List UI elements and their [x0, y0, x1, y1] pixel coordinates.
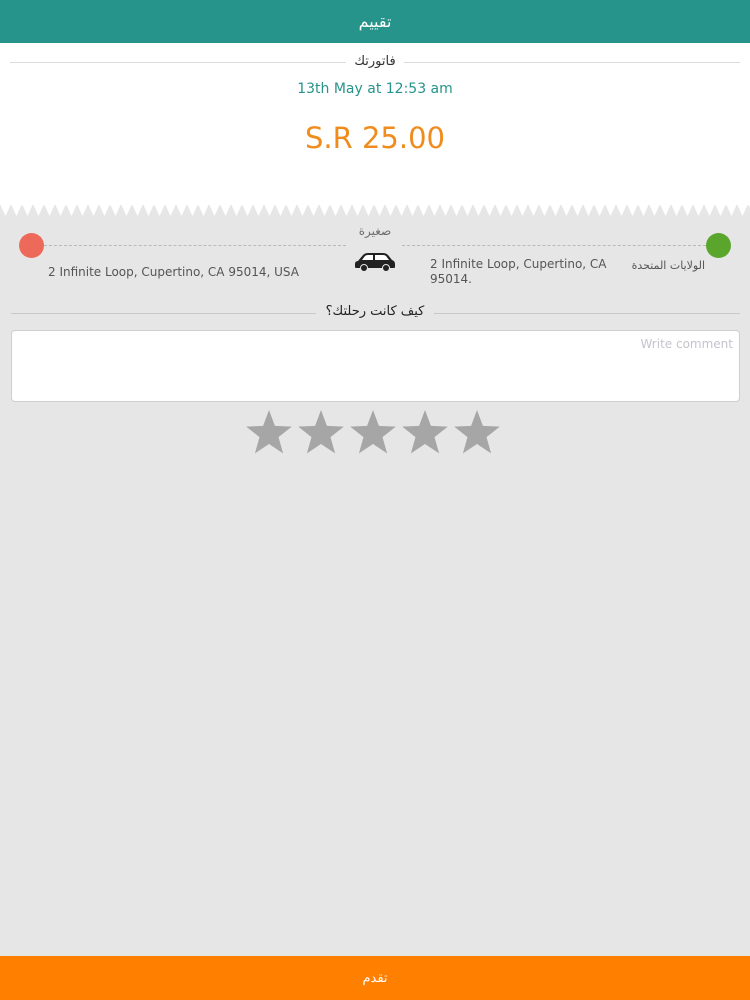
car-icon — [355, 253, 395, 271]
dropoff-address-street: 2 Infinite Loop, Cupertino, CA 95014. — [430, 257, 607, 286]
pickup-marker-icon — [19, 233, 44, 258]
star-shape — [454, 410, 500, 454]
route-dashed-line — [44, 245, 346, 246]
receipt-date: 13th May at 12:53 am — [297, 81, 453, 97]
star-shape — [298, 410, 344, 454]
star-2-icon[interactable] — [297, 409, 345, 457]
submit-button-label: تقدم — [362, 970, 388, 985]
star-5-icon[interactable] — [453, 409, 501, 457]
receipt-zigzag-edge — [0, 204, 750, 216]
car-type-label: صغيرة — [358, 224, 392, 238]
app-header: تقييم — [0, 0, 750, 43]
dropoff-address: الولايات المتحدة 2 Infinite Loop, Cupert… — [430, 257, 705, 287]
pickup-address: 2 Infinite Loop, Cupertino, CA 95014, US… — [48, 265, 299, 279]
dropoff-address-country: الولايات المتحدة — [631, 259, 705, 272]
comment-input[interactable] — [11, 330, 740, 402]
receipt-label: فاتورتك — [0, 54, 750, 69]
star-4-icon[interactable] — [401, 409, 449, 457]
star-shape — [246, 410, 292, 454]
dropoff-marker-icon — [706, 233, 731, 258]
star-shape — [350, 410, 396, 454]
receipt-amount: S.R 25.00 — [304, 121, 445, 155]
star-rating — [245, 409, 505, 457]
route-dashed-line — [402, 245, 706, 246]
trip-route: صغيرة 2 Infinite Loop, Cupertino, CA 950… — [0, 222, 750, 292]
star-1-icon[interactable] — [245, 409, 293, 457]
receipt-card: فاتورتك 13th May at 12:53 am S.R 25.00 — [0, 43, 750, 205]
rating-question: كيف كانت رحلتك؟ — [0, 304, 750, 319]
star-3-icon[interactable] — [349, 409, 397, 457]
submit-button[interactable]: تقدم — [0, 956, 750, 1000]
star-shape — [402, 410, 448, 454]
page-title: تقييم — [358, 12, 392, 31]
